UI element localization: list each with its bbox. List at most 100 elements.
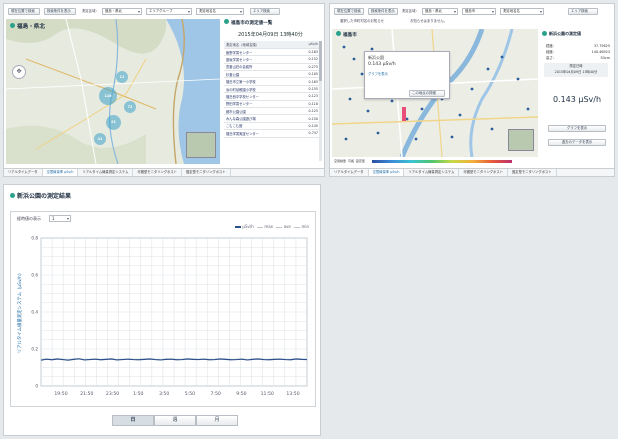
table-row[interactable]: みんな森公園遊び場 0.150 xyxy=(224,114,320,123)
tab-0[interactable]: リアルタイムデータ xyxy=(330,169,369,176)
tab-4[interactable]: 固定型モニタリングポスト xyxy=(508,169,557,176)
table-row[interactable]: 飯野学習センター 0.163 xyxy=(224,48,320,57)
name-col-header[interactable]: 測定地名（地域名順） xyxy=(224,41,295,49)
locate-button[interactable]: 現在位置で検索 xyxy=(334,8,364,15)
minimap[interactable] xyxy=(186,132,216,158)
area-search-button[interactable]: エリア検索 xyxy=(568,8,598,15)
minimap[interactable] xyxy=(508,129,534,151)
period-button-2[interactable]: 月 xyxy=(196,415,238,426)
tab-2[interactable]: リアルタイム線量測定システム xyxy=(78,169,134,176)
row-name[interactable]: 吾妻山荘の会議所 xyxy=(224,63,295,72)
x-tick-label: 3:50 xyxy=(159,391,169,397)
radiation-line-chart: 0.8 0.6 0.4 0.2 0 19:50 21:50 23:50 1:50 3:50 5:50… xyxy=(16,236,308,397)
row-name[interactable]: 福島市立第一小学校 xyxy=(224,77,295,86)
cluster-marker[interactable]: 41 xyxy=(94,133,106,145)
row-name[interactable]: 浜の町幼稚園小学校 xyxy=(224,85,295,94)
list-scrollbar[interactable] xyxy=(319,41,322,161)
popup-graph-link[interactable]: グラフを表示 xyxy=(368,71,446,76)
city-map[interactable]: 福島市 新浜公園 0.143 μSv/h グラフを表示 この地点の詳細 xyxy=(332,29,538,157)
graph-button[interactable]: グラフを表示 xyxy=(548,125,606,132)
show-conditions-button[interactable]: 検索条件を表示 xyxy=(44,8,76,15)
row-name[interactable]: 都市公園公園 xyxy=(224,107,295,116)
table-row[interactable]: こむこむ館 0.145 xyxy=(224,122,320,131)
area-search-button[interactable]: エリア検索 xyxy=(250,8,280,15)
chart-box: 経時値の表示 1 μSv/h max ave min 0.80.60.40.20… xyxy=(10,211,316,407)
pin-icon xyxy=(336,31,341,36)
period-button-0[interactable]: 日 xyxy=(112,415,154,426)
detail-coords: 緯度： 37.75625 経度： 140.46923 高さ： 50cm xyxy=(546,43,610,61)
table-row[interactable]: 都市公園公園 0.125 xyxy=(224,107,320,116)
cluster-marker[interactable]: 11 xyxy=(116,71,128,83)
popup-detail-button[interactable]: この地点の詳細 xyxy=(409,90,445,97)
tab-2[interactable]: リアルタイム線量測定システム xyxy=(404,169,460,176)
row-value: 0.155 xyxy=(294,85,320,94)
row-name[interactable]: こむこむ館 xyxy=(224,122,295,131)
y-axis-title: リアルタイム線量測定システム（μSv/h） xyxy=(16,271,23,353)
legend-item: 空間線量 xyxy=(334,159,347,163)
row-name[interactable]: 野田学習センター xyxy=(224,100,295,109)
table-row[interactable]: 杉妻公園 0.105 xyxy=(224,70,320,79)
prefecture-select[interactable]: 福島・県北 xyxy=(102,8,142,15)
tab-1[interactable]: 空間線量率 μSv/h xyxy=(368,169,405,176)
table-row[interactable]: 吾妻山荘の会議所 0.275 xyxy=(224,63,320,72)
popup-name: 新浜公園 xyxy=(368,55,384,60)
group-select[interactable]: エリアグループ xyxy=(146,8,192,15)
history-button[interactable]: 過去のデータを表示 xyxy=(548,139,606,146)
legend-label: min xyxy=(301,224,309,229)
table-row[interactable]: 福島学習実証センター 0.747 xyxy=(224,129,320,138)
x-tick-label: 1:50 xyxy=(133,391,143,397)
notice-label: 選択した市町村名のお知らせ xyxy=(340,19,385,23)
locate-button[interactable]: 現在位置で検索 xyxy=(8,8,40,15)
x-tick-label: 23:50 xyxy=(106,391,119,397)
cluster-marker[interactable]: 21 xyxy=(106,115,121,130)
point-detail: 新浜公園の測定値 緯度： 37.75625 経度： 140.46923 高さ： 50c… xyxy=(542,29,612,157)
prefecture-select[interactable]: 福島・県北 xyxy=(422,8,458,15)
tab-4[interactable]: 固定型モニタリングポスト xyxy=(182,169,231,176)
row-value: 0.118 xyxy=(294,100,320,109)
notice-value: お知らせはありません。 xyxy=(410,19,448,23)
tab-1[interactable]: 空間線量率 μSv/h xyxy=(42,169,79,176)
period-button-1[interactable]: 週 xyxy=(154,415,196,426)
row-name[interactable]: 杉妻公園 xyxy=(224,70,295,79)
table-row[interactable]: 福島西中学校センター 0.123 xyxy=(224,92,320,101)
row-value: 0.150 xyxy=(294,114,320,123)
row-value: 0.163 xyxy=(294,48,320,57)
cluster-marker[interactable]: 116 xyxy=(99,87,117,105)
place-select[interactable]: 測定地名名 xyxy=(500,8,544,15)
x-tick-label: 21:50 xyxy=(80,391,93,397)
right-tabs: リアルタイムデータ 空間線量率 μSv/h リアルタイム線量測定システム 可搬型モニタ… xyxy=(329,168,615,177)
row-name[interactable]: 福島学習実証センター xyxy=(224,129,295,138)
show-conditions-button[interactable]: 検索条件を表示 xyxy=(368,8,398,15)
city-select[interactable]: 福島市 xyxy=(462,8,496,15)
area-select[interactable]: 測定地名名 xyxy=(196,8,244,15)
map-title: 福島・県北 xyxy=(10,22,45,30)
detail-title-text: 新浜公園の測定値 xyxy=(549,31,581,36)
color-scale xyxy=(371,159,512,163)
row-name[interactable]: 飯野学習センター xyxy=(224,48,295,57)
legend-swatch xyxy=(276,226,283,228)
zoom-control[interactable]: ✥ xyxy=(12,65,26,79)
cluster-marker[interactable]: 72 xyxy=(124,101,136,113)
value-col-header[interactable]: μSv/h xyxy=(294,41,320,49)
row-name[interactable]: 福島西中学校センター xyxy=(224,92,295,101)
unit-select[interactable]: 1 xyxy=(49,215,71,222)
tab-0[interactable]: リアルタイムデータ xyxy=(4,169,43,176)
row-name[interactable]: みんな森公園遊び場 xyxy=(224,114,295,123)
pin-icon xyxy=(542,30,547,36)
table-row[interactable]: 庭坂学習センター 0.152 xyxy=(224,55,320,64)
table-row[interactable]: 浜の町幼稚園小学校 0.155 xyxy=(224,85,320,94)
row-value: 0.105 xyxy=(294,70,320,79)
table-row[interactable]: 野田学習センター 0.118 xyxy=(224,100,320,109)
filter-label: 測定区域： xyxy=(402,9,419,13)
tab-3[interactable]: 可搬型モニタリングポスト xyxy=(133,169,182,176)
lon-label: 経度： xyxy=(546,50,557,54)
y-tick-label: 0.8 xyxy=(31,236,38,241)
y-tick-label: 0.2 xyxy=(31,347,38,352)
result-title-text: 新浜公園の測定結果 xyxy=(17,193,72,200)
tab-3[interactable]: 可搬型モニタリングポスト xyxy=(459,169,508,176)
x-tick-label: 9:50 xyxy=(236,391,246,397)
row-name[interactable]: 庭坂学習センター xyxy=(224,55,295,64)
detail-value: 0.143 μSv/h xyxy=(552,95,602,104)
table-row[interactable]: 福島市立第一小学校 0.163 xyxy=(224,77,320,86)
region-map[interactable]: 福島・県北 ✥ 116 11 21 72 41 xyxy=(6,19,220,164)
